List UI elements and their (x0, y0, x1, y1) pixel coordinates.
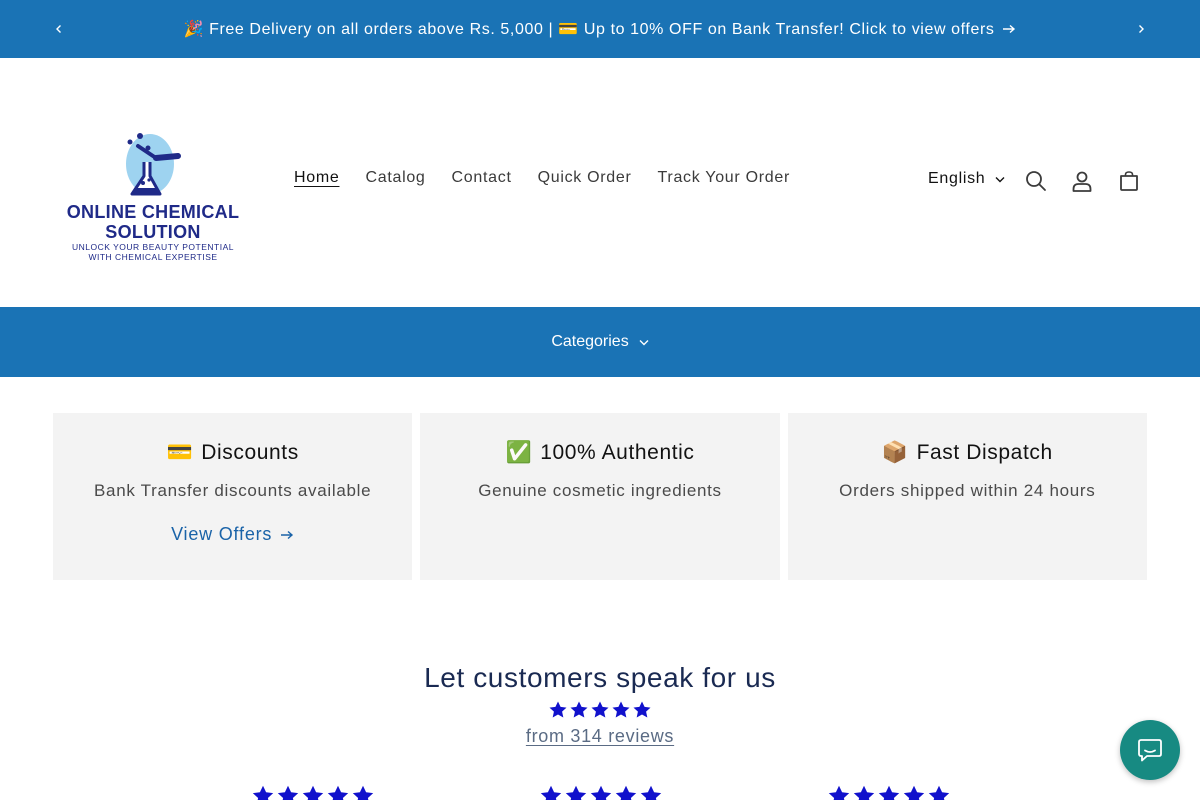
star-icon (540, 785, 562, 800)
star-icon (828, 785, 850, 800)
view-offers-label: View Offers (171, 524, 273, 544)
package-emoji-icon: 📦 (881, 441, 909, 464)
arrow-right-icon (281, 530, 294, 539)
star-icon (591, 701, 609, 718)
language-label: English (928, 170, 986, 187)
reviews-title: Let customers speak for us (424, 662, 776, 693)
account-icon (1072, 171, 1092, 192)
star-icon (590, 785, 612, 800)
view-offers-link[interactable]: View Offers (171, 524, 294, 545)
account-button[interactable] (1069, 168, 1095, 194)
feature-title: 💳 Discounts (53, 439, 412, 467)
next-announcement-button[interactable] (1129, 17, 1153, 41)
feature-title-text: 100% Authentic (540, 441, 695, 464)
feature-cards: 💳 Discounts Bank Transfer discounts avai… (53, 413, 1147, 580)
star-icon (640, 785, 662, 800)
logo-name: ONLINE CHEMICAL SOLUTION (60, 202, 246, 242)
categories-dropdown-button[interactable]: Categories (551, 333, 649, 351)
feature-title-text: Fast Dispatch (916, 441, 1053, 464)
previous-announcement-button[interactable] (47, 17, 71, 41)
feature-description: Bank Transfer discounts available (94, 481, 372, 500)
star-icon (327, 785, 349, 800)
search-icon (1026, 171, 1046, 191)
review-card-stars (827, 784, 951, 800)
categories-label: Categories (551, 333, 629, 350)
credit-card-emoji-icon: 💳 (166, 441, 194, 464)
cart-icon (1120, 171, 1138, 191)
feature-description: Orders shipped within 24 hours (839, 481, 1096, 500)
logo-tagline-line2: WITH CHEMICAL EXPERTISE (88, 252, 218, 262)
feature-card-authentic: ✅ 100% Authentic Genuine cosmetic ingred… (420, 413, 780, 580)
cart-button[interactable] (1116, 168, 1142, 194)
chevron-right-icon (1139, 25, 1144, 33)
star-icon (612, 701, 630, 718)
logo-tagline-line1: UNLOCK YOUR BEAUTY POTENTIAL (72, 242, 234, 252)
star-icon (878, 785, 900, 800)
logo-name-line1: ONLINE CHEMICAL (66, 202, 240, 222)
feature-title: 📦 Fast Dispatch (788, 439, 1147, 467)
star-icon (633, 701, 651, 718)
announcement-link[interactable]: 🎉 Free Delivery on all orders above Rs. … (184, 19, 1017, 39)
review-card-stars (539, 784, 663, 800)
feature-title: ✅ 100% Authentic (420, 439, 779, 467)
logo-flask-icon (126, 133, 181, 196)
rating-stars (0, 700, 1200, 720)
feature-title-text: Discounts (201, 441, 299, 464)
nav-track-order[interactable]: Track Your Order (645, 169, 803, 187)
search-button[interactable] (1023, 168, 1049, 194)
chevron-down-icon (995, 176, 1005, 182)
star-icon (277, 785, 299, 800)
star-icon (903, 785, 925, 800)
nav-quick-order[interactable]: Quick Order (525, 169, 645, 187)
chat-button[interactable] (1120, 720, 1180, 780)
chevron-left-icon (56, 25, 61, 33)
nav-catalog[interactable]: Catalog (352, 169, 438, 187)
star-icon (302, 785, 324, 800)
reviews-section: Let customers speak for us from 314 revi… (0, 662, 1200, 747)
star-icon (549, 701, 567, 718)
star-icon (352, 785, 374, 800)
chat-bubble-icon (1138, 739, 1162, 762)
star-icon (853, 785, 875, 800)
star-icon (615, 785, 637, 800)
review-card-stars (251, 784, 375, 800)
site-header: ONLINE CHEMICAL SOLUTION UNLOCK YOUR BEA… (0, 58, 1200, 307)
site-logo[interactable]: ONLINE CHEMICAL SOLUTION UNLOCK YOUR BEA… (60, 128, 246, 268)
star-icon (252, 785, 274, 800)
nav-home[interactable]: Home (281, 169, 352, 187)
arrow-right-icon (1003, 24, 1016, 34)
main-nav: Home Catalog Contact Quick Order Track Y… (281, 169, 803, 187)
announcement-text: 🎉 Free Delivery on all orders above Rs. … (183, 21, 995, 38)
language-selector[interactable]: English (928, 170, 1005, 188)
feature-card-dispatch: 📦 Fast Dispatch Orders shipped within 24… (787, 413, 1147, 580)
logo-name-line2: SOLUTION (105, 222, 201, 242)
feature-card-discounts: 💳 Discounts Bank Transfer discounts avai… (53, 413, 413, 580)
star-icon (565, 785, 587, 800)
logo-tagline: UNLOCK YOUR BEAUTY POTENTIAL WITH CHEMIC… (60, 242, 246, 262)
chevron-down-icon (639, 339, 649, 345)
feature-description: Genuine cosmetic ingredients (478, 481, 722, 500)
announcement-bar: 🎉 Free Delivery on all orders above Rs. … (0, 0, 1200, 58)
star-icon (928, 785, 950, 800)
reviews-count-link[interactable]: from 314 reviews (526, 726, 674, 747)
categories-bar: Categories (0, 307, 1200, 377)
star-icon (570, 701, 588, 718)
nav-contact[interactable]: Contact (439, 169, 525, 187)
check-mark-emoji-icon: ✅ (505, 441, 533, 464)
